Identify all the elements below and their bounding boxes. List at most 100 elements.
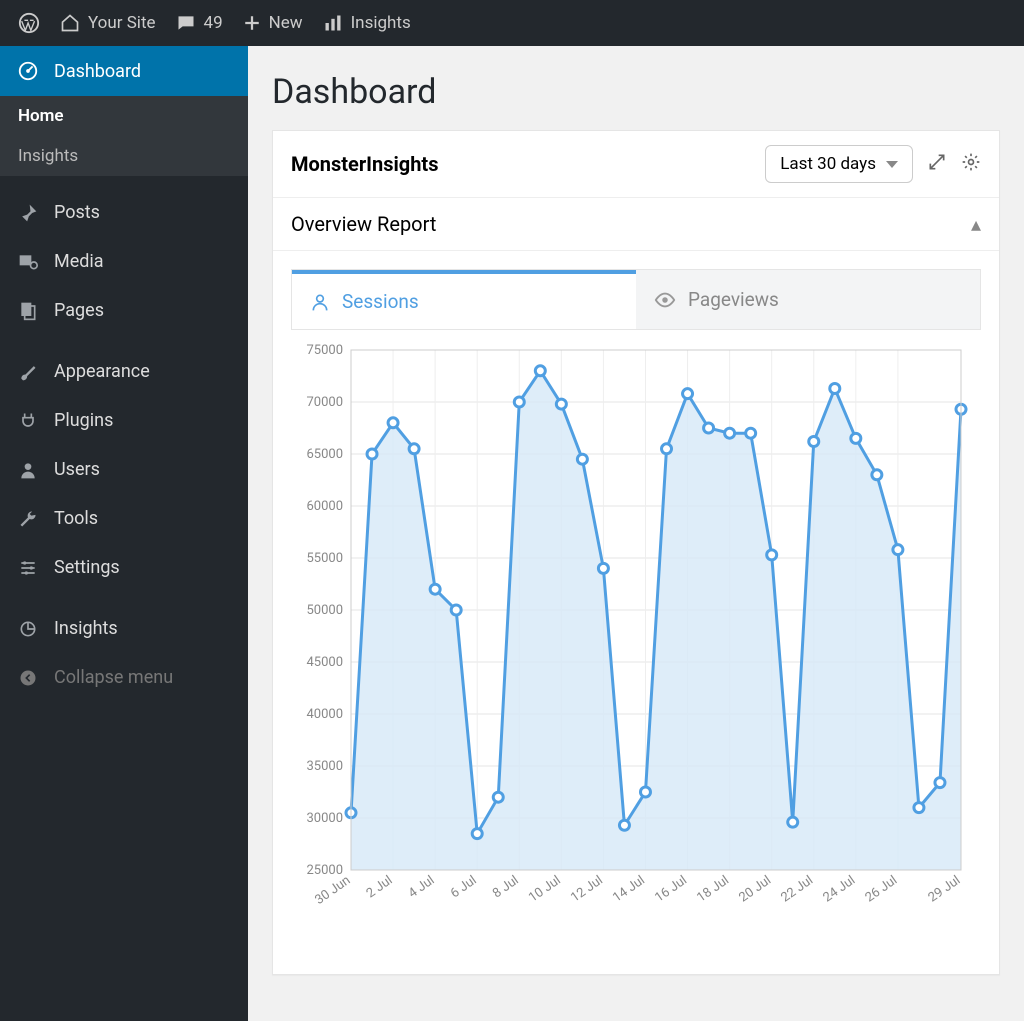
sidebar-item-plugins[interactable]: Plugins <box>0 396 248 445</box>
svg-text:12 Jul: 12 Jul <box>568 873 606 906</box>
sidebar-label: Users <box>54 459 100 480</box>
report-title: Overview Report <box>291 212 436 236</box>
svg-text:55000: 55000 <box>306 551 343 566</box>
svg-text:25000: 25000 <box>306 863 343 878</box>
expand-icon <box>927 152 947 172</box>
comment-count: 49 <box>204 13 223 33</box>
svg-text:29 Jul: 29 Jul <box>926 873 964 906</box>
collapse-icon <box>16 668 40 688</box>
sidebar-label: Appearance <box>54 361 150 382</box>
sessions-chart: 25000 30000 35000 40000 45000 50000 55000 60000… <box>291 340 971 940</box>
svg-text:6 Jul: 6 Jul <box>448 873 480 901</box>
chart-icon <box>16 619 40 639</box>
svg-text:4 Jul: 4 Jul <box>406 873 438 901</box>
insights-widget: MonsterInsights Last 30 days Overview Re… <box>272 130 1000 975</box>
tab-pageviews[interactable]: Pageviews <box>636 270 980 329</box>
collapse-caret-icon: ▴ <box>971 212 981 236</box>
sidebar-item-settings[interactable]: Settings <box>0 543 248 592</box>
report-header[interactable]: Overview Report ▴ <box>273 198 999 251</box>
svg-text:20 Jul: 20 Jul <box>736 873 774 906</box>
sidebar-item-tools[interactable]: Tools <box>0 494 248 543</box>
plug-icon <box>16 411 40 431</box>
expand-button[interactable] <box>927 152 947 176</box>
date-range-button[interactable]: Last 30 days <box>765 145 913 183</box>
comments-link[interactable]: 49 <box>166 0 233 46</box>
svg-text:10 Jul: 10 Jul <box>526 873 564 906</box>
sidebar-collapse[interactable]: Collapse menu <box>0 653 248 702</box>
svg-text:2 Jul: 2 Jul <box>364 873 396 901</box>
sidebar-label: Media <box>54 251 104 272</box>
tab-label: Sessions <box>342 290 419 313</box>
insights-link[interactable]: Insights <box>313 0 421 46</box>
wordpress-icon <box>18 12 40 34</box>
eye-icon <box>654 289 676 311</box>
sidebar-label: Insights <box>54 618 118 639</box>
dashboard-icon <box>16 60 40 82</box>
media-icon <box>16 252 40 272</box>
svg-text:75000: 75000 <box>306 343 343 358</box>
chart-container: 25000 30000 35000 40000 45000 50000 55000 60000… <box>273 330 999 974</box>
person-icon <box>310 292 330 312</box>
svg-text:8 Jul: 8 Jul <box>490 873 522 901</box>
comment-icon <box>176 13 196 33</box>
sidebar-item-pages[interactable]: Pages <box>0 286 248 335</box>
sidebar-label: Pages <box>54 300 104 321</box>
svg-text:18 Jul: 18 Jul <box>694 873 732 906</box>
user-icon <box>16 460 40 480</box>
sidebar-item-insights[interactable]: Insights <box>0 604 248 653</box>
widget-title: MonsterInsights <box>291 152 438 176</box>
sidebar-item-media[interactable]: Media <box>0 237 248 286</box>
page-title: Dashboard <box>272 72 1000 112</box>
pages-icon <box>16 301 40 321</box>
svg-text:24 Jul: 24 Jul <box>821 873 859 906</box>
sidebar-label: Collapse menu <box>54 667 173 688</box>
settings-button[interactable] <box>961 152 981 176</box>
svg-text:16 Jul: 16 Jul <box>652 873 690 906</box>
new-link[interactable]: New <box>233 0 313 46</box>
range-label: Last 30 days <box>780 154 876 174</box>
sidebar-item-appearance[interactable]: Appearance <box>0 347 248 396</box>
site-link[interactable]: Your Site <box>50 0 166 46</box>
wrench-icon <box>16 509 40 529</box>
sidebar-label: Posts <box>54 202 100 223</box>
chart-tabs: Sessions Pageviews <box>291 269 981 330</box>
tab-label: Pageviews <box>688 288 779 311</box>
admin-sidebar: Dashboard Home Insights Posts Media Page… <box>0 46 248 1021</box>
sidebar-sub-insights[interactable]: Insights <box>0 136 248 176</box>
svg-text:60000: 60000 <box>306 499 343 514</box>
pin-icon <box>16 203 40 223</box>
sidebar-item-posts[interactable]: Posts <box>0 188 248 237</box>
plus-icon <box>243 14 261 32</box>
new-label: New <box>269 13 303 33</box>
svg-text:22 Jul: 22 Jul <box>778 873 816 906</box>
widget-header: MonsterInsights Last 30 days <box>273 131 999 198</box>
sliders-icon <box>16 558 40 578</box>
home-icon <box>60 13 80 33</box>
bar-chart-icon <box>323 13 343 33</box>
svg-text:40000: 40000 <box>306 707 343 722</box>
svg-text:50000: 50000 <box>306 603 343 618</box>
wp-logo[interactable] <box>8 0 50 46</box>
sidebar-item-users[interactable]: Users <box>0 445 248 494</box>
site-name: Your Site <box>88 13 156 33</box>
svg-text:35000: 35000 <box>306 759 343 774</box>
brush-icon <box>16 362 40 382</box>
sidebar-label: Plugins <box>54 410 113 431</box>
svg-text:30 Jun: 30 Jun <box>312 873 353 908</box>
svg-text:14 Jul: 14 Jul <box>610 873 648 906</box>
svg-text:65000: 65000 <box>306 447 343 462</box>
svg-text:30000: 30000 <box>306 811 343 826</box>
sidebar-sub-home[interactable]: Home <box>0 96 248 136</box>
svg-text:70000: 70000 <box>306 395 343 410</box>
sidebar-item-dashboard[interactable]: Dashboard <box>0 46 248 96</box>
sidebar-label: Settings <box>54 557 120 578</box>
chevron-down-icon <box>886 161 898 168</box>
content-area: Dashboard MonsterInsights Last 30 days <box>248 46 1024 1021</box>
gear-icon <box>961 152 981 172</box>
admin-toolbar: Your Site 49 New Insights <box>0 0 1024 46</box>
sidebar-label: Tools <box>54 508 98 529</box>
tab-sessions[interactable]: Sessions <box>292 270 636 329</box>
svg-text:45000: 45000 <box>306 655 343 670</box>
insights-label: Insights <box>351 13 411 33</box>
sidebar-label: Dashboard <box>54 61 141 82</box>
